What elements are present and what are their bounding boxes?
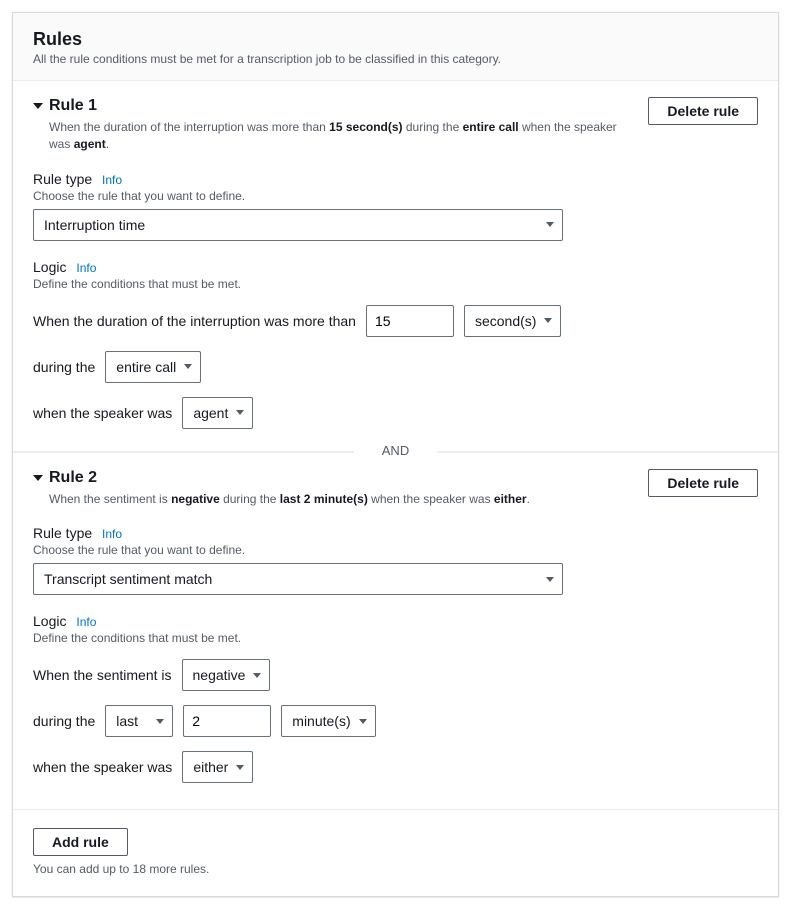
during-the-label: during the — [33, 713, 95, 729]
chevron-down-icon — [236, 410, 244, 415]
rule-type-info-link[interactable]: Info — [102, 173, 122, 187]
rule-1-type-select[interactable]: Interruption time — [33, 209, 563, 241]
during-the-label: during the — [33, 359, 95, 375]
caret-down-icon — [33, 475, 43, 481]
add-rule-button[interactable]: Add rule — [33, 828, 128, 856]
rule-2-during-count-input[interactable] — [183, 705, 271, 737]
delete-rule-2-button[interactable]: Delete rule — [648, 469, 758, 497]
footer-hint: You can add up to 18 more rules. — [33, 862, 758, 876]
rule-2-summary: When the sentiment is negative during th… — [49, 491, 636, 508]
logic-info-link[interactable]: Info — [76, 261, 96, 275]
rule-block-2: Rule 2 When the sentiment is negative du… — [33, 469, 758, 792]
footer: Add rule You can add up to 18 more rules… — [13, 809, 778, 896]
rule-type-desc: Choose the rule that you want to define. — [33, 189, 758, 203]
page-title: Rules — [33, 29, 758, 50]
delete-rule-1-button[interactable]: Delete rule — [648, 97, 758, 125]
chevron-down-icon — [253, 673, 261, 678]
logic-info-link[interactable]: Info — [76, 615, 96, 629]
rule-1-toggle[interactable]: Rule 1 — [33, 97, 636, 115]
rule-type-label: Rule type — [33, 525, 92, 541]
logic-label: Logic — [33, 613, 66, 629]
when-speaker-label: when the speaker was — [33, 405, 172, 421]
panel-header: Rules All the rule conditions must be me… — [13, 13, 778, 81]
logic-desc: Define the conditions that must be met. — [33, 631, 758, 645]
chevron-down-icon — [184, 364, 192, 369]
rule-2-type-select[interactable]: Transcript sentiment match — [33, 563, 563, 595]
rule-2-sentiment-select[interactable]: negative — [182, 659, 271, 691]
rule-2-during-mode-select[interactable]: last — [105, 705, 173, 737]
chevron-down-icon — [156, 719, 164, 724]
chevron-down-icon — [236, 765, 244, 770]
rule-1-during-select[interactable]: entire call — [105, 351, 201, 383]
logic-label: Logic — [33, 259, 66, 275]
logic-desc: Define the conditions that must be met. — [33, 277, 758, 291]
chevron-down-icon — [544, 318, 552, 323]
rule-1-duration-input[interactable] — [366, 305, 454, 337]
rule-type-info-link[interactable]: Info — [102, 527, 122, 541]
rule-type-label: Rule type — [33, 171, 92, 187]
rule-2-speaker-select[interactable]: either — [182, 751, 253, 783]
rule-1-unit-select[interactable]: second(s) — [464, 305, 561, 337]
rule-2-toggle[interactable]: Rule 2 — [33, 469, 636, 487]
chevron-down-icon — [359, 719, 367, 724]
rule-type-desc: Choose the rule that you want to define. — [33, 543, 758, 557]
chevron-down-icon — [546, 577, 554, 582]
rule-2-during-unit-select[interactable]: minute(s) — [281, 705, 375, 737]
rule-1-logic-prefix: When the duration of the interruption wa… — [33, 313, 356, 329]
and-separator: AND — [13, 451, 778, 453]
panel-body: Rule 1 When the duration of the interrup… — [13, 81, 778, 896]
rule-block-1: Rule 1 When the duration of the interrup… — [33, 97, 758, 437]
rule-1-summary: When the duration of the interruption wa… — [49, 119, 636, 153]
rule-2-logic-prefix: When the sentiment is — [33, 667, 172, 683]
page-subtitle: All the rule conditions must be met for … — [33, 52, 758, 66]
rules-panel: Rules All the rule conditions must be me… — [12, 12, 779, 897]
when-speaker-label: when the speaker was — [33, 759, 172, 775]
rule-1-speaker-select[interactable]: agent — [182, 397, 253, 429]
rule-2-title: Rule 2 — [49, 469, 97, 487]
rule-1-title: Rule 1 — [49, 97, 97, 115]
chevron-down-icon — [546, 222, 554, 227]
caret-down-icon — [33, 103, 43, 109]
